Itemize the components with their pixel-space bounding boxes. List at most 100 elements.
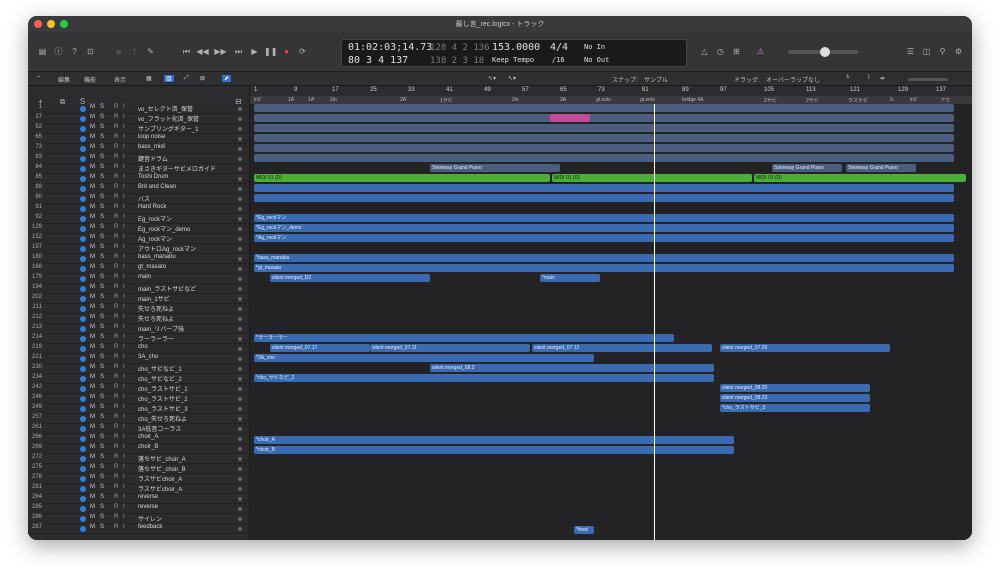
snap-value[interactable]: サンプル xyxy=(644,75,668,84)
mute-button[interactable]: M xyxy=(90,364,95,370)
track-row[interactable]: 246 M S R Icho_ラストサビ_2 xyxy=(28,394,250,404)
track-volume-knob[interactable] xyxy=(238,107,242,111)
track-name[interactable]: bass_midi xyxy=(138,144,165,150)
power-icon[interactable] xyxy=(80,416,86,422)
track-row[interactable]: 157 M S R I アウトロAg_rockマン xyxy=(28,244,250,254)
input-monitor-button[interactable]: I xyxy=(123,204,125,210)
region-cho-3[interactable]: silent merged_07.12 xyxy=(532,344,712,352)
track-volume-knob[interactable] xyxy=(238,277,242,281)
mute-button[interactable]: M xyxy=(90,424,95,430)
record-enable-button[interactable]: R xyxy=(114,284,118,290)
record-enable-button[interactable]: R xyxy=(114,244,118,250)
solo-button[interactable]: S xyxy=(100,424,104,430)
track-row[interactable]: 1 M S R Ivo_セレクト済_保管 xyxy=(28,104,250,114)
mute-button[interactable]: M xyxy=(90,484,95,490)
browser-icon[interactable]: ⚙ xyxy=(952,46,965,57)
track-volume-knob[interactable] xyxy=(238,347,242,351)
region-brit-clean[interactable] xyxy=(254,184,954,192)
solo-button[interactable]: S xyxy=(100,354,104,360)
track-row[interactable]: 286 M S R I サイレン xyxy=(28,514,250,524)
power-icon[interactable] xyxy=(80,516,86,522)
arrange-area[interactable]: Steinway Grand Piano Steinway Grand Pian… xyxy=(250,104,972,540)
solo-button[interactable]: S xyxy=(100,404,104,410)
solo-button[interactable]: S xyxy=(100,294,104,300)
power-icon[interactable] xyxy=(80,376,86,382)
solo-button[interactable]: S xyxy=(100,174,104,180)
mute-button[interactable]: M xyxy=(90,404,95,410)
solo-button[interactable]: S xyxy=(100,514,104,520)
region-eg-rock[interactable]: *Eg_rockマン xyxy=(254,214,954,222)
mute-button[interactable]: M xyxy=(90,294,95,300)
input-monitor-button[interactable]: I xyxy=(123,304,125,310)
track-name[interactable]: Eg_rockマン xyxy=(138,214,172,223)
track-row[interactable]: 129 M S R I Eg_rockマン_demo xyxy=(28,224,250,234)
track-row[interactable]: 179 M S R Imain xyxy=(28,274,250,284)
input-monitor-button[interactable]: I xyxy=(123,514,125,520)
smart-controls-icon[interactable]: ☼ xyxy=(112,46,125,57)
power-icon[interactable] xyxy=(80,456,86,462)
catch-icon[interactable]: ⊠ xyxy=(200,75,205,82)
solo-button[interactable]: S xyxy=(100,224,104,230)
record-enable-button[interactable]: R xyxy=(114,224,118,230)
track-volume-knob[interactable] xyxy=(238,227,242,231)
track-name[interactable]: Eg_rockマン_demo xyxy=(138,224,190,233)
record-enable-button[interactable]: R xyxy=(114,434,118,440)
input-monitor-button[interactable]: I xyxy=(123,384,125,390)
solo-button[interactable]: S xyxy=(100,314,104,320)
power-icon[interactable] xyxy=(80,446,86,452)
track-name[interactable]: feedback xyxy=(138,524,162,530)
mute-button[interactable]: M xyxy=(90,414,95,420)
power-icon[interactable] xyxy=(80,156,86,162)
mute-button[interactable]: M xyxy=(90,204,95,210)
track-volume-knob[interactable] xyxy=(238,237,242,241)
mute-button[interactable]: M xyxy=(90,494,95,500)
track-name[interactable]: ラスサビchoir_A xyxy=(138,484,182,493)
solo-button[interactable]: S xyxy=(100,114,104,120)
track-row[interactable]: 249 M S R Icho_ラストサビ_3 xyxy=(28,404,250,414)
track-name[interactable]: ラーラーラー xyxy=(138,334,174,343)
track-name[interactable]: loop noise xyxy=(138,134,165,140)
track-row[interactable]: 278 M S R I ラスサビchoir_A xyxy=(28,474,250,484)
power-icon[interactable] xyxy=(80,406,86,412)
tuner-icon[interactable]: ◷ xyxy=(714,46,727,57)
solo-button[interactable]: S xyxy=(100,474,104,480)
grid-icon[interactable]: ▦ xyxy=(146,75,152,82)
region-ag-rock[interactable]: *Ag_rockマン xyxy=(254,234,954,242)
region-cho-last-3[interactable]: *cho_ラストサビ_3 xyxy=(720,404,870,412)
input-monitor-button[interactable]: I xyxy=(123,424,125,430)
track-name[interactable]: まさきギターサビメロガイド xyxy=(138,164,216,173)
power-icon[interactable] xyxy=(80,386,86,392)
marker[interactable]: 2in xyxy=(330,97,337,103)
record-enable-button[interactable]: R xyxy=(114,264,118,270)
input-monitor-button[interactable]: I xyxy=(123,324,125,330)
marker[interactable]: gt.solo xyxy=(640,97,655,103)
power-icon[interactable] xyxy=(80,246,86,252)
track-row[interactable]: 91 M S R I Hard Rock xyxy=(28,204,250,214)
power-icon[interactable] xyxy=(80,526,86,532)
track-name[interactable]: choir_B xyxy=(138,444,158,450)
back-icon[interactable]: ⌃ xyxy=(36,75,41,82)
track-row[interactable]: 221 M S R I 3A_cho xyxy=(28,354,250,364)
input-monitor-button[interactable]: I xyxy=(123,334,125,340)
power-icon[interactable] xyxy=(80,276,86,282)
track-row[interactable]: 27 M S R Ivo_フラット化済_保管 xyxy=(28,114,250,124)
region-cho-1[interactable]: silent merged_07.17 xyxy=(270,344,370,352)
mute-button[interactable]: M xyxy=(90,124,95,130)
track-name[interactable]: Ag_rockマン xyxy=(138,234,172,243)
marker[interactable]: 3A xyxy=(560,97,566,103)
mute-button[interactable]: M xyxy=(90,344,95,350)
input-monitor-button[interactable]: I xyxy=(123,174,125,180)
track-name[interactable]: main_1サビ xyxy=(138,294,170,303)
track-volume-knob[interactable] xyxy=(238,147,242,151)
track-row[interactable]: 219 M S R Icho xyxy=(28,344,250,354)
track-row[interactable]: 84 M S R I まさきギターサビメロガイド xyxy=(28,164,250,174)
solo-button[interactable]: S xyxy=(100,234,104,240)
track-name[interactable]: cho_失せろ死ねよ xyxy=(138,414,187,423)
input-monitor-button[interactable]: I xyxy=(123,284,125,290)
input-monitor-button[interactable]: I xyxy=(123,194,125,200)
input-monitor-button[interactable]: I xyxy=(123,464,125,470)
mute-button[interactable]: M xyxy=(90,444,95,450)
track-volume-knob[interactable] xyxy=(238,307,242,311)
solo-button[interactable]: S xyxy=(100,434,104,440)
list-editors-icon[interactable]: ☰ xyxy=(904,46,917,57)
